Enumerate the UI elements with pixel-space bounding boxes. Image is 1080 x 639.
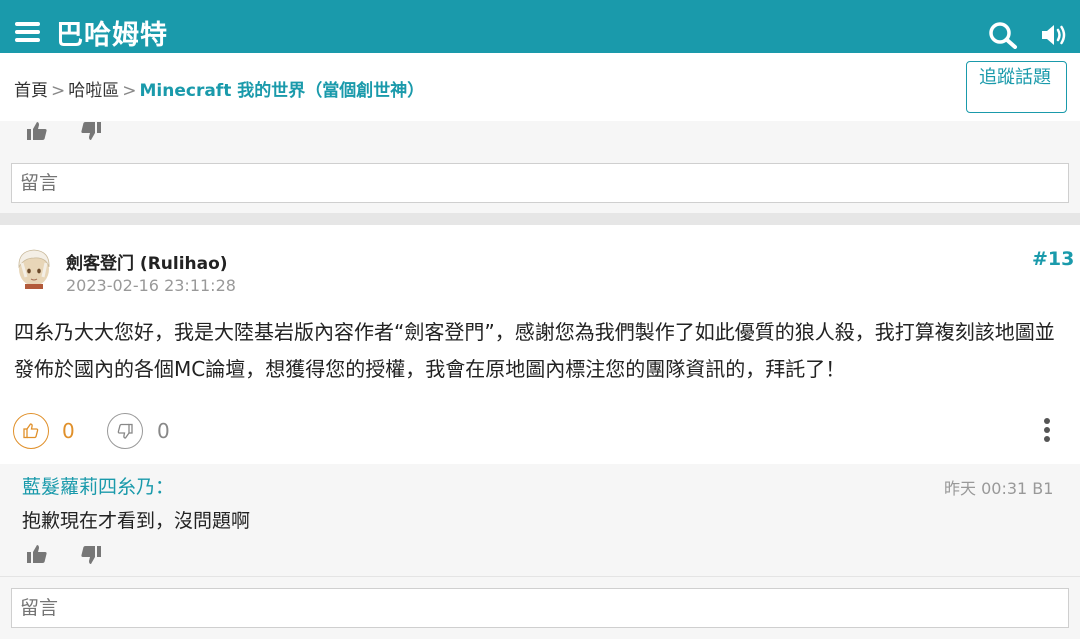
breadcrumb-home[interactable]: 首頁: [14, 81, 48, 101]
breadcrumb-separator: >: [122, 81, 137, 101]
dislike-button[interactable]: [107, 413, 143, 449]
speaker-icon[interactable]: [1040, 22, 1068, 48]
breadcrumb: 首頁 > 哈啦區 > Minecraft 我的世界（當個創世神）: [14, 76, 424, 101]
comment-input[interactable]: [11, 588, 1069, 628]
avatar[interactable]: [16, 247, 52, 289]
thumbs-down-icon[interactable]: [80, 545, 102, 565]
menu-icon[interactable]: [15, 22, 40, 42]
reply-text: 抱歉現在才看到，沒問題啊: [22, 510, 251, 532]
post-body: 四糸乃大大您好，我是大陸基岩版內容作者“劍客登門”，感謝您為我們製作了如此優質的…: [14, 320, 1055, 381]
more-vertical-icon[interactable]: [1040, 418, 1054, 446]
breadcrumb-current[interactable]: Minecraft 我的世界（當個創世神）: [140, 81, 425, 101]
breadcrumb-separator: >: [51, 81, 66, 101]
reply-meta: 昨天 00:31 B1: [944, 479, 1054, 498]
thumbs-up-icon[interactable]: [26, 544, 48, 564]
reply-user[interactable]: 藍髮蘿莉四糸乃：: [22, 472, 174, 499]
like-count: 0: [62, 419, 75, 443]
post-floor[interactable]: #13: [1032, 248, 1074, 270]
post-time: 2023-02-16 23:11:28: [66, 276, 236, 295]
comment-input[interactable]: [11, 163, 1069, 203]
post-divider: [0, 213, 1080, 225]
thumbs-down-icon: [117, 423, 133, 439]
post-author[interactable]: 劍客登门 (Rulihao): [66, 249, 228, 274]
breadcrumb-board[interactable]: 哈啦區: [68, 81, 119, 101]
dislike-count: 0: [157, 419, 170, 443]
like-button[interactable]: [13, 413, 49, 449]
search-icon[interactable]: [988, 21, 1018, 49]
thumbs-up-icon[interactable]: [26, 121, 48, 141]
thumbs-up-icon: [23, 423, 39, 439]
follow-topic-button[interactable]: 追蹤話題: [966, 61, 1067, 113]
site-title[interactable]: 巴哈姆特: [56, 13, 168, 52]
thumbs-down-icon[interactable]: [80, 121, 102, 141]
